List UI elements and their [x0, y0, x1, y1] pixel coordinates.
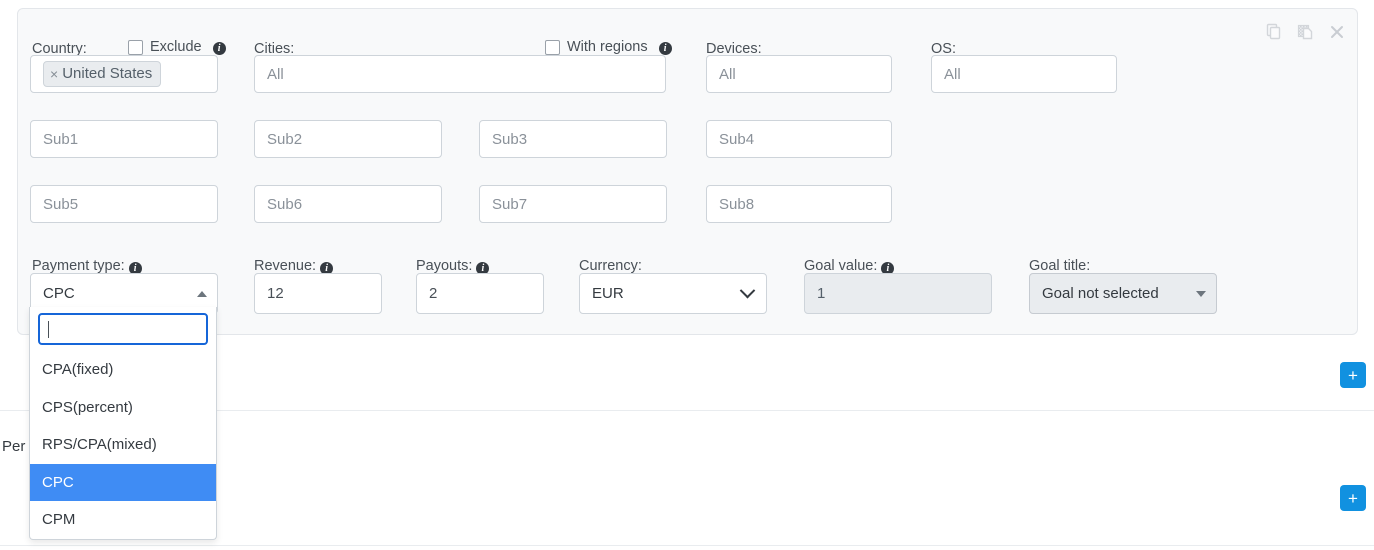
- with-regions-checkbox-wrap[interactable]: With regions i: [545, 39, 672, 55]
- exclude-info-icon[interactable]: i: [212, 42, 226, 55]
- remove-tag-icon[interactable]: ×: [50, 66, 58, 82]
- sub5-input[interactable]: Sub5: [30, 185, 218, 223]
- add-row-button-1[interactable]: +: [1340, 362, 1366, 388]
- sub2-input[interactable]: Sub2: [254, 120, 442, 158]
- section2-label: Per: [2, 438, 26, 455]
- sub3-input[interactable]: Sub3: [479, 120, 667, 158]
- with-regions-info-icon[interactable]: i: [658, 42, 672, 55]
- sub1-input[interactable]: Sub1: [30, 120, 218, 158]
- country-tag-label: United States: [62, 65, 153, 82]
- payouts-input[interactable]: 2: [416, 273, 544, 314]
- currency-label: Currency:: [579, 258, 642, 274]
- payment-type-dropdown[interactable]: CPA(fixed) CPS(percent) RPS/CPA(mixed) C…: [29, 307, 217, 540]
- goal-value-input: 1: [804, 273, 992, 314]
- caret-up-icon: [197, 290, 207, 297]
- chevron-down-icon: [739, 282, 756, 299]
- payment-type-option-cps-percent[interactable]: CPS(percent): [30, 389, 216, 427]
- exclude-label: Exclude: [150, 38, 202, 55]
- payment-type-value: CPC: [43, 285, 75, 302]
- payment-type-search-input[interactable]: [38, 313, 208, 345]
- sub4-input[interactable]: Sub4: [706, 120, 892, 158]
- revenue-input[interactable]: 12: [254, 273, 382, 314]
- goal-title-select[interactable]: Goal not selected: [1029, 273, 1217, 314]
- currency-select[interactable]: EUR: [579, 273, 767, 314]
- paste-icon[interactable]: [1297, 23, 1315, 41]
- sub6-input[interactable]: Sub6: [254, 185, 442, 223]
- goal-title-value: Goal not selected: [1042, 285, 1159, 302]
- devices-input[interactable]: All: [706, 55, 892, 93]
- screen: Country: Exclude i × United States Citie…: [0, 0, 1374, 550]
- payment-type-option-cpc[interactable]: CPC: [30, 463, 216, 501]
- sub7-input[interactable]: Sub7: [479, 185, 667, 223]
- cities-input[interactable]: All: [254, 55, 666, 93]
- country-input[interactable]: × United States: [30, 55, 218, 93]
- payment-type-option-rps-cpa-mixed[interactable]: RPS/CPA(mixed): [30, 426, 216, 464]
- exclude-checkbox[interactable]: [128, 39, 143, 55]
- payment-type-option-cpa-fixed[interactable]: CPA(fixed): [30, 351, 216, 389]
- with-regions-checkbox[interactable]: [545, 39, 560, 55]
- sub8-input[interactable]: Sub8: [706, 185, 892, 223]
- add-row-button-2[interactable]: +: [1340, 485, 1366, 511]
- payment-type-option-cpm[interactable]: CPM: [30, 501, 216, 539]
- country-tag[interactable]: × United States: [43, 61, 162, 87]
- exclude-checkbox-wrap[interactable]: Exclude i: [128, 39, 226, 55]
- goal-title-label: Goal title:: [1029, 258, 1091, 274]
- copy-icon[interactable]: [1265, 23, 1283, 41]
- with-regions-label: With regions: [567, 38, 648, 55]
- caret-down-icon: [1196, 290, 1206, 297]
- text-cursor: [48, 320, 49, 338]
- panel-window-controls: [1265, 23, 1345, 41]
- section-divider-2: [0, 545, 1374, 546]
- close-icon[interactable]: [1329, 24, 1345, 40]
- currency-value: EUR: [592, 285, 624, 302]
- os-input[interactable]: All: [931, 55, 1117, 93]
- filter-panel: Country: Exclude i × United States Citie…: [17, 8, 1358, 335]
